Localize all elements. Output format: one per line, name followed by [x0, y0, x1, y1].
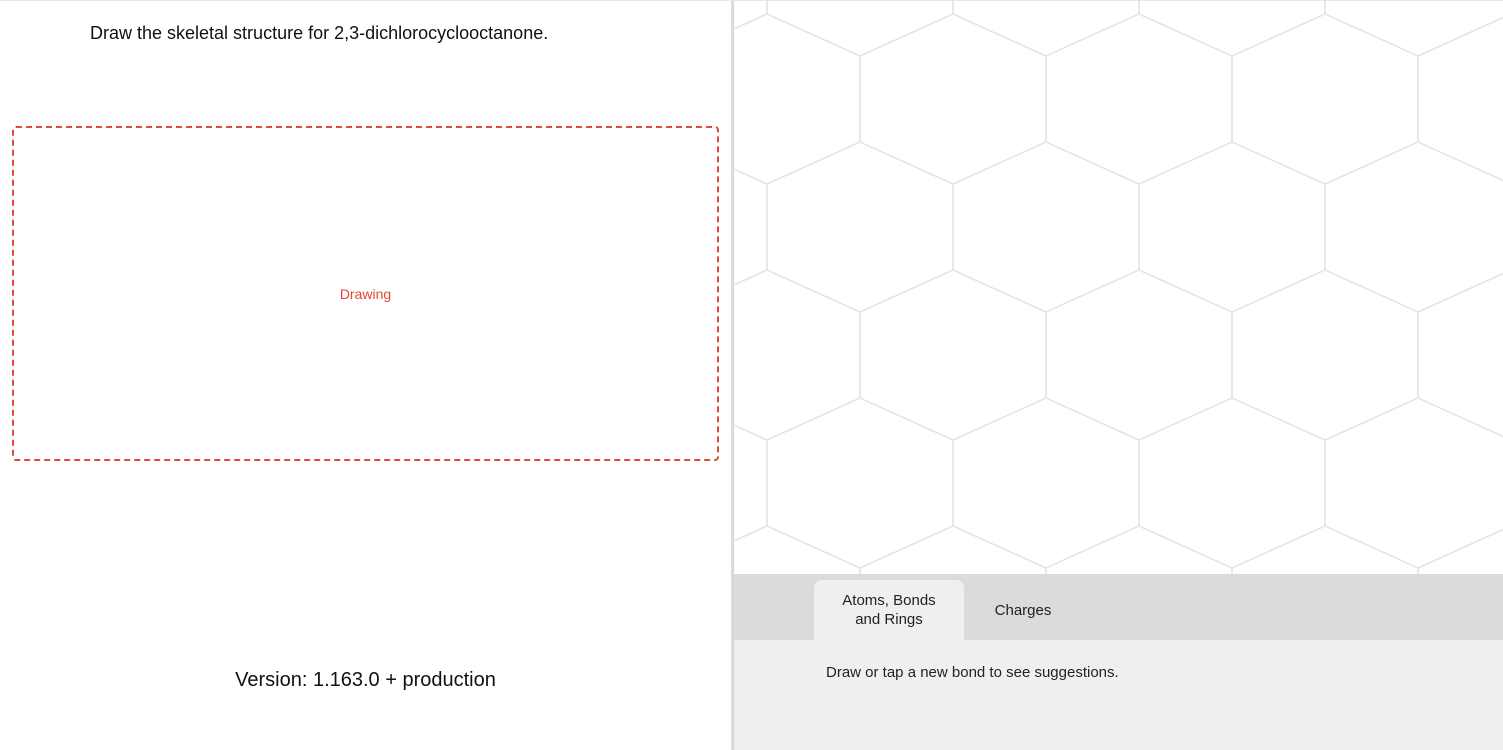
drawing-dropzone-label: Drawing: [340, 286, 391, 302]
version-text: Version: 1.163.0 + production: [0, 669, 731, 692]
drawing-dropzone[interactable]: Drawing: [12, 126, 719, 461]
tab-label: Atoms, Bonds and Rings: [834, 592, 944, 630]
drawing-canvas[interactable]: [734, 1, 1503, 574]
page-root: Draw the skeletal structure for 2,3-dich…: [0, 0, 1503, 750]
question-pane: Draw the skeletal structure for 2,3-dich…: [0, 1, 732, 750]
tool-panel: Atoms, Bonds and Rings Charges Draw or t…: [734, 574, 1503, 750]
question-prompt: Draw the skeletal structure for 2,3-dich…: [90, 21, 719, 46]
editor-pane: Atoms, Bonds and Rings Charges Draw or t…: [732, 1, 1503, 750]
tab-atoms-bonds-rings[interactable]: Atoms, Bonds and Rings: [814, 580, 964, 640]
tool-hint: Draw or tap a new bond to see suggestion…: [734, 640, 1503, 681]
hexagon-grid-icon: [734, 1, 1503, 574]
tool-tabs: Atoms, Bonds and Rings Charges: [734, 574, 1503, 640]
tab-charges[interactable]: Charges: [964, 574, 1082, 640]
tab-label: Charges: [995, 602, 1052, 621]
